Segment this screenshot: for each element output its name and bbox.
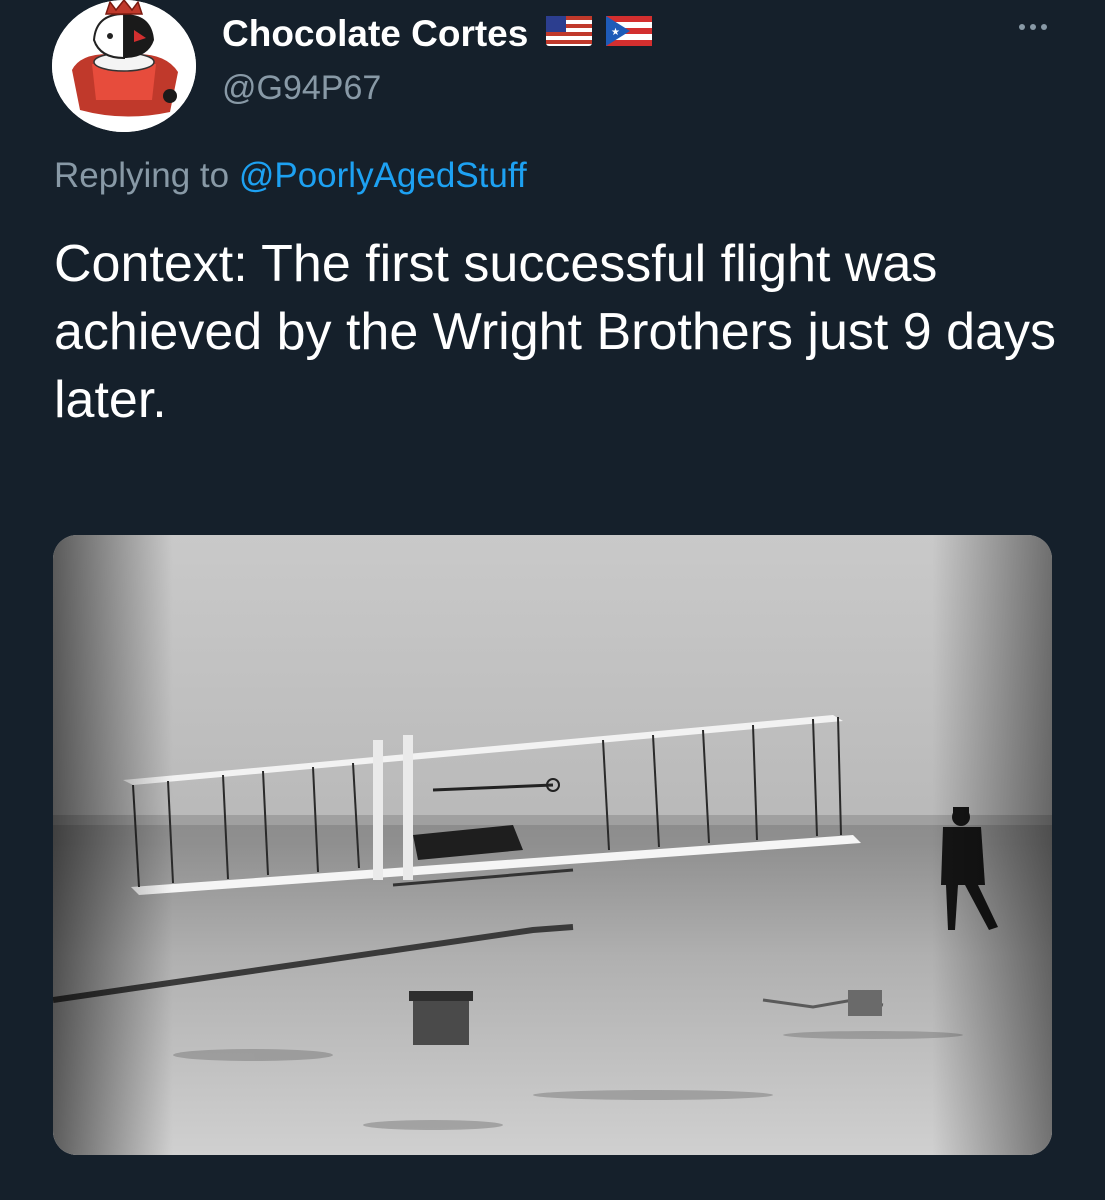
tweet-photo[interactable] <box>53 535 1052 1155</box>
reply-mention-link[interactable]: @PoorlyAgedStuff <box>239 156 527 195</box>
avatar-image <box>52 0 196 132</box>
avatar[interactable] <box>52 0 196 132</box>
puerto-rico-flag-icon: ★ <box>606 12 653 56</box>
us-flag-icon <box>546 12 593 56</box>
author-display-name[interactable]: Chocolate Cortes ★ <box>222 12 653 56</box>
wright-flyer-photo <box>53 535 1052 1155</box>
more-options-icon[interactable] <box>1019 24 1047 30</box>
tweet-text: Context: The first successful flight was… <box>54 235 1056 429</box>
replying-to: Replying to @PoorlyAgedStuff <box>54 154 527 198</box>
svg-text:★: ★ <box>611 27 620 38</box>
author-handle[interactable]: @G94P67 <box>222 66 381 110</box>
author-name-text: Chocolate Cortes <box>222 13 529 54</box>
replying-to-label: Replying to <box>54 156 230 195</box>
